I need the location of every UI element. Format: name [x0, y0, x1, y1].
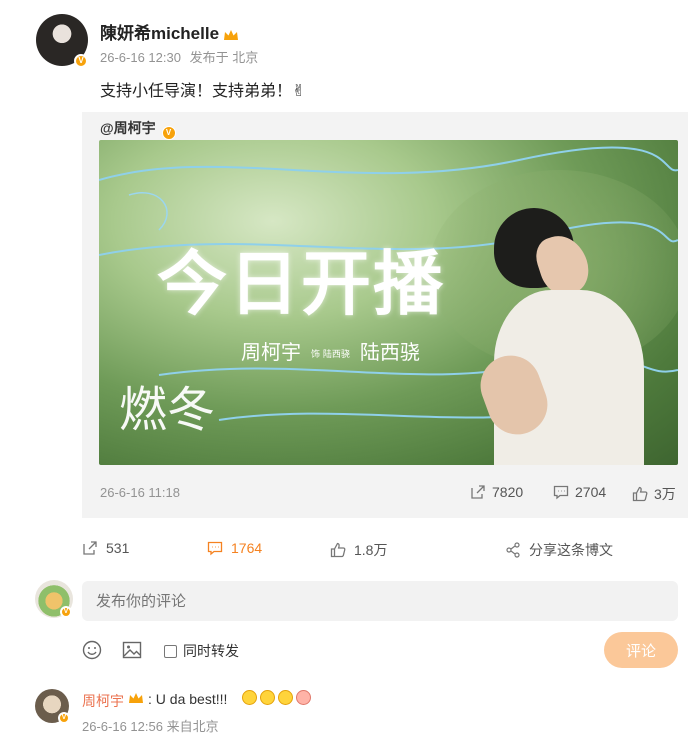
poster-cast: 周柯宇饰 陆西骁 陆西骁 [241, 340, 420, 364]
poster-logo: 燃冬 [119, 382, 216, 438]
repost-comment-button[interactable]: 2704 [553, 484, 606, 500]
comment-text: : U da best!!! [148, 691, 228, 707]
comment-input[interactable] [82, 581, 678, 621]
post-text: 支持小任导演！支持弟弟！✌ [100, 83, 306, 100]
repost-checkbox-row[interactable]: 同时转发 [164, 641, 239, 661]
thumbs-up-icon [330, 542, 346, 558]
repost-share-button[interactable]: 7820 [470, 484, 523, 500]
submit-comment-button[interactable]: 评论 [604, 632, 678, 668]
like-button[interactable]: 1.8万 [330, 540, 387, 560]
post-date: 26-6-16 12:30 [100, 50, 181, 65]
laugh-emoji-icon [278, 690, 293, 705]
post-source: 发布于 北京 [189, 50, 259, 65]
repost-checkbox-label: 同时转发 [183, 643, 239, 659]
emoji-icon[interactable] [82, 640, 102, 660]
share-icon [83, 541, 97, 555]
repost-checkbox[interactable] [164, 644, 177, 658]
repost-like-button[interactable]: 3万 [632, 484, 676, 504]
comment-button[interactable]: 1764 [207, 540, 262, 556]
drama-poster-image[interactable]: 今日开播 周柯宇饰 陆西骁 陆西骁 燃冬 [99, 140, 678, 465]
thumbs-up-icon [632, 486, 648, 502]
post-meta: 26-6-16 12:30 发布于 北京 [100, 47, 263, 66]
share-button[interactable]: 531 [82, 540, 129, 556]
verified-badge-icon: V [161, 126, 176, 140]
share-icon [471, 485, 485, 499]
share-post-link[interactable]: 分享这条博文 [505, 540, 613, 560]
share-nodes-icon [506, 542, 520, 558]
verified-badge-icon: V [58, 712, 70, 724]
crown-icon [224, 29, 239, 40]
commenter-username[interactable]: 周柯宇 [82, 691, 124, 711]
comment-meta: 26-6-16 12:56 来自北京 [82, 719, 219, 734]
crown-icon [129, 693, 143, 703]
verified-badge-icon: V [60, 606, 72, 618]
repost-date: 26-6-16 11:18 [100, 485, 180, 500]
grin-emoji-icon [242, 690, 257, 705]
poster-title: 今日开播 [157, 243, 445, 325]
comment-icon [207, 541, 223, 556]
author-username[interactable]: 陳妍希michelle [100, 19, 239, 44]
comment-icon [553, 485, 569, 500]
repost-username[interactable]: @周柯宇 V [100, 118, 176, 140]
verified-badge-icon: V [74, 54, 88, 68]
laugh-emoji-icon [260, 690, 275, 705]
shock-emoji-icon [296, 690, 311, 705]
image-icon[interactable] [122, 640, 142, 660]
